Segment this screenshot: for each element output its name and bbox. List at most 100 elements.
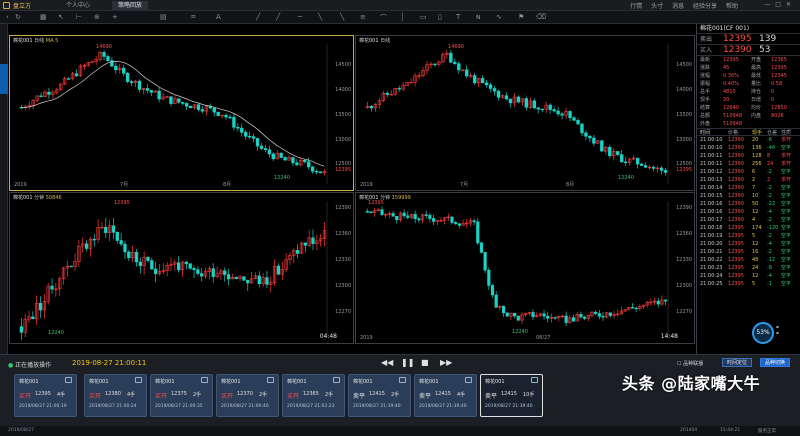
- y-tick: 12300: [676, 283, 692, 289]
- text-icon[interactable]: A: [216, 13, 221, 21]
- arc-tool-icon[interactable]: ⌒: [380, 13, 387, 23]
- zoom-icon[interactable]: ⊕: [94, 13, 100, 21]
- line-tool-icon[interactable]: ╱: [256, 13, 260, 21]
- fib-tool-icon[interactable]: ≡: [360, 13, 366, 21]
- time-locate-button[interactable]: 时间定位: [722, 358, 753, 367]
- sync-checkbox[interactable]: ☐ 品种联播: [677, 360, 703, 367]
- tick-row: 21:00:10 12390 136 -46 空平: [700, 145, 792, 151]
- rail-tab-self-select[interactable]: [0, 64, 8, 94]
- note-icon[interactable]: [267, 377, 274, 383]
- pause-icon[interactable]: ❚❚: [401, 358, 414, 367]
- trade-card[interactable]: 棉花001 买开 12395 4手 2019/08/27 21:00:19: [14, 374, 77, 417]
- eraser-icon[interactable]: ⌫: [536, 13, 546, 21]
- candle-body: [244, 132, 248, 137]
- stat-row: 涨幅 0.36% 最低 12345: [700, 73, 787, 79]
- x-tick: 7月: [120, 182, 129, 188]
- trade-card[interactable]: 棉花001 买开 12380 4手 2019/08/27 21:00:24: [84, 374, 147, 417]
- card-lots: 10手: [523, 392, 535, 398]
- rail-tab-trade[interactable]: [0, 164, 8, 194]
- tab-personal-center[interactable]: 个人中心: [60, 1, 96, 10]
- rewind-icon[interactable]: ◀◀: [381, 358, 393, 367]
- trade-card[interactable]: 棉花001 买开 12375 2手 2019/08/27 21:00:35: [150, 374, 213, 417]
- trade-card[interactable]: 棉花001 卖平 12415 4手 2019/08/27 21:39:40: [414, 374, 477, 417]
- candle-body: [524, 98, 529, 108]
- note-icon[interactable]: [201, 377, 208, 383]
- panel-header: 棉花001 分钟 159999: [359, 195, 411, 201]
- card-lots: 4手: [57, 392, 66, 398]
- candle-body: [542, 313, 546, 317]
- menu-help[interactable]: 帮助: [726, 3, 738, 10]
- chart-panel-daily-2[interactable]: 棉花001 日线 14690 12240 14500 14000 13500 1…: [355, 35, 695, 191]
- diag-tool-icon[interactable]: ╲: [318, 13, 322, 21]
- candle-body: [417, 218, 421, 221]
- menu-market[interactable]: 行情: [630, 3, 642, 10]
- label-tool-icon[interactable]: T: [456, 13, 460, 21]
- candle-body: [413, 214, 417, 220]
- candle-body: [487, 269, 491, 286]
- grid-icon[interactable]: ▤: [160, 13, 167, 21]
- hline-tool-icon[interactable]: ─: [298, 13, 302, 21]
- trade-card[interactable]: 棉花001 卖平 12415 10手 2019/08/27 21:39:40: [480, 374, 543, 417]
- trade-card[interactable]: 棉花001 买开 12365 2手 2019/08/27 21:02:23: [282, 374, 345, 417]
- card-time: 2019/08/27 21:39:40: [419, 404, 467, 409]
- playback-time: 2019-08-27 21:00:11: [72, 359, 147, 367]
- candle-body: [428, 215, 432, 219]
- back-icon[interactable]: ‹: [6, 13, 9, 21]
- candle-body: [395, 215, 399, 221]
- note-icon[interactable]: [465, 377, 472, 383]
- candle-body: [483, 252, 487, 271]
- bar-time: 14:48: [660, 333, 678, 340]
- indicator-icon[interactable]: ♒: [190, 13, 196, 21]
- candle-body: [129, 81, 134, 83]
- candle-body: [385, 92, 389, 95]
- fast-forward-icon[interactable]: ▶▶: [440, 358, 452, 367]
- stop-icon[interactable]: ■: [421, 358, 429, 367]
- rail-tab-market[interactable]: [0, 114, 8, 144]
- note-icon[interactable]: [399, 377, 406, 383]
- candle-body: [620, 154, 624, 163]
- card-time: 2019/08/27 21:00:40: [221, 404, 269, 409]
- channel-tool-icon[interactable]: ╲: [340, 13, 344, 21]
- candle-body: [431, 218, 436, 222]
- candle-body: [246, 279, 250, 284]
- trade-card[interactable]: 棉花001 卖平 12415 2手 2019/08/27 21:39:40: [348, 374, 411, 417]
- y-tick: 12270: [335, 309, 351, 315]
- menu-share[interactable]: 经验分享: [693, 3, 717, 10]
- candle-body: [188, 263, 192, 269]
- note-icon[interactable]: [333, 377, 340, 383]
- candle-body: [138, 261, 142, 267]
- chart-panel-daily-1[interactable]: 棉花001 日线 MA 5 14690 12240 14500 14000 13…: [9, 35, 354, 191]
- marker-tool-icon[interactable]: ▯: [438, 13, 442, 21]
- layout-icon[interactable]: ▦: [40, 13, 47, 21]
- wave-tool-icon[interactable]: ∿: [496, 13, 502, 21]
- candle-body: [196, 104, 201, 110]
- cursor-icon[interactable]: ↖: [58, 13, 64, 21]
- rect-tool-icon[interactable]: ▭: [420, 13, 427, 21]
- switch-symbol-button[interactable]: 品种切换: [760, 358, 791, 367]
- card-symbol: 棉花001: [19, 379, 39, 385]
- note-icon[interactable]: [531, 377, 538, 383]
- chart-panel-minute-2[interactable]: 棉花001 分钟 159999 12395 12240 12390 12360 …: [355, 192, 695, 344]
- candle-body: [564, 315, 568, 323]
- menu-message[interactable]: 消息: [672, 3, 684, 10]
- flag-tool-icon[interactable]: ⚑: [518, 13, 524, 21]
- ray-tool-icon[interactable]: ╱: [276, 13, 280, 21]
- polyline-tool-icon[interactable]: ɴ: [476, 13, 480, 21]
- menu-position[interactable]: 头寸: [651, 3, 663, 10]
- note-icon[interactable]: [135, 377, 142, 383]
- tab-strategy-replay[interactable]: 策略回放: [112, 1, 149, 10]
- window-controls[interactable]: —□✕: [764, 1, 796, 8]
- note-icon[interactable]: [65, 377, 72, 383]
- candle-body: [38, 302, 43, 311]
- refresh-icon[interactable]: ↻: [15, 13, 21, 21]
- crosshair-icon[interactable]: +: [112, 13, 118, 21]
- candle-body: [496, 90, 501, 98]
- trade-card[interactable]: 棉花001 买开 12370 2手 2019/08/27 21:00:40: [216, 374, 279, 417]
- vline-tool-icon[interactable]: │: [400, 13, 404, 21]
- chart-panel-minute-1[interactable]: 棉花001 分钟 50846 12395 12240 12390 12360 1…: [9, 192, 354, 344]
- ruler-icon[interactable]: ⊢: [76, 13, 82, 21]
- tick-list[interactable]: 时间 价格 现手 仓差 性质 21:00:10 12390 20 -6 多开 21:00:10 123…: [697, 128, 800, 288]
- candle-body: [115, 231, 119, 241]
- card-time: 2019/08/27 21:39:40: [485, 404, 533, 409]
- card-symbol: 棉花001: [155, 379, 175, 385]
